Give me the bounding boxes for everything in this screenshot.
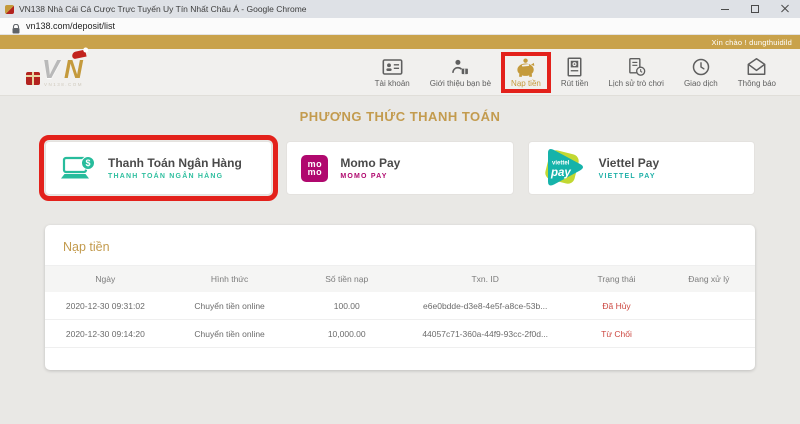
payment-method-title: Viettel Pay <box>599 156 659 170</box>
game-history-icon <box>625 57 647 77</box>
gift-icon <box>26 72 40 85</box>
clock-icon <box>690 57 712 77</box>
cell-method: Chuyển tiền online <box>166 329 294 339</box>
payment-method-title: Momo Pay <box>340 156 400 170</box>
window-controls <box>710 0 800 18</box>
col-dang-xu-ly: Đang xử lý <box>663 274 755 284</box>
payment-methods-row: $ Thanh Toán Ngân Hàng THANH TOÁN NGÂN H… <box>45 141 755 195</box>
deposit-history-card: Nạp tiền Ngày Hình thức Số tiền nạp Txn.… <box>45 225 755 370</box>
close-button[interactable] <box>770 0 800 18</box>
cell-date: 2020-12-30 09:14:20 <box>45 329 166 339</box>
lock-icon[interactable] <box>12 21 20 31</box>
cell-txn-id: e6e0bdde-d3e8-4e5f-a8ce-53b... <box>400 301 570 311</box>
browser-titlebar: VN138 Nhà Cái Cá Cược Trực Tuyến Uy Tín … <box>0 0 800 18</box>
payment-method-subtitle: MOMO PAY <box>340 173 400 180</box>
page-content: PHƯƠNG THỨC THANH TOÁN $ Thanh Toán Ngân… <box>0 96 800 370</box>
nav-item-thong-bao[interactable]: Thông báo <box>728 52 786 93</box>
table-row: 2020-12-30 09:31:02 Chuyển tiền online 1… <box>45 292 755 320</box>
nav-item-giao-dich[interactable]: Giao dịch <box>674 52 728 93</box>
cell-amount: 100.00 <box>293 301 400 311</box>
payment-method-momo[interactable]: mo mo Momo Pay MOMO PAY <box>286 141 513 195</box>
referral-icon <box>449 57 471 77</box>
browser-urlbar: vn138.com/deposit/list <box>0 18 800 35</box>
payment-method-bank[interactable]: $ Thanh Toán Ngân Hàng THANH TOÁN NGÂN H… <box>45 141 272 195</box>
window-title: VN138 Nhà Cái Cá Cược Trực Tuyến Uy Tín … <box>19 4 307 14</box>
address-url[interactable]: vn138.com/deposit/list <box>26 21 115 31</box>
nav-item-rut-tien[interactable]: Rút tiền <box>551 52 599 93</box>
table-title: Nạp tiền <box>45 225 755 266</box>
payment-method-subtitle: VIETTEL PAY <box>599 173 659 180</box>
nav-item-lich-su-tro-choi[interactable]: Lịch sử trò chơi <box>598 52 674 93</box>
logo-letter-v: V <box>42 54 59 85</box>
cell-method: Chuyển tiền online <box>166 301 294 311</box>
svg-text:pay: pay <box>550 167 571 179</box>
piggy-bank-icon <box>515 57 537 77</box>
minimize-button[interactable] <box>710 0 740 18</box>
svg-text:$: $ <box>85 158 90 168</box>
col-ngay: Ngày <box>45 274 166 284</box>
cell-date: 2020-12-30 09:31:02 <box>45 301 166 311</box>
col-trang-thai: Trạng thái <box>570 274 662 284</box>
cell-amount: 10,000.00 <box>293 329 400 339</box>
table-header-row: Ngày Hình thức Số tiền nạp Txn. ID Trạng… <box>45 266 755 292</box>
momo-logo: mo mo <box>301 155 328 182</box>
status-badge: Từ Chối <box>570 329 662 339</box>
table-row: 2020-12-30 09:14:20 Chuyển tiền online 1… <box>45 320 755 348</box>
col-hinh-thuc: Hình thức <box>166 274 294 284</box>
site-favicon-icon <box>5 5 14 14</box>
nav-item-tai-khoan[interactable]: Tài khoản <box>365 52 420 93</box>
greeting-text: Xin chào ! dungthuidild <box>712 38 793 47</box>
col-so-tien-nap: Số tiền nạp <box>293 274 400 284</box>
svg-text:viettel: viettel <box>552 161 570 167</box>
payment-method-subtitle: THANH TOÁN NGÂN HÀNG <box>108 173 242 180</box>
mail-icon <box>746 57 768 77</box>
logo-subtext: VN138.COM <box>44 82 83 87</box>
cell-txn-id: 44057c71-360a-44f9-93cc-2f0d... <box>400 329 570 339</box>
bank-transfer-icon: $ <box>60 154 96 182</box>
vn138-logo[interactable]: V N VN138.COM <box>20 52 102 92</box>
payment-method-title: Thanh Toán Ngân Hàng <box>108 156 242 170</box>
id-card-icon <box>381 57 403 77</box>
atm-icon <box>564 57 586 77</box>
site-header: V N VN138.COM Tài khoản Giới thiệu bạn b… <box>0 49 800 96</box>
viettelpay-logo: viettelpay <box>539 145 587 191</box>
payment-method-viettel[interactable]: viettelpay Viettel Pay VIETTEL PAY <box>528 141 755 195</box>
maximize-button[interactable] <box>740 0 770 18</box>
main-nav: Tài khoản Giới thiệu bạn bè Nạp tiền Rút… <box>365 52 786 93</box>
page-title: PHƯƠNG THỨC THANH TOÁN <box>0 109 800 124</box>
greeting-bar: Xin chào ! dungthuidild <box>0 35 800 49</box>
nav-item-gioi-thieu-ban-be[interactable]: Giới thiệu bạn bè <box>420 52 501 93</box>
browser-window: VN138 Nhà Cái Cá Cược Trực Tuyến Uy Tín … <box>0 0 800 424</box>
nav-item-nap-tien[interactable]: Nạp tiền <box>501 52 551 93</box>
status-badge: Đã Hủy <box>570 301 662 311</box>
santa-hat-icon <box>71 50 86 60</box>
col-txn-id: Txn. ID <box>400 274 570 284</box>
